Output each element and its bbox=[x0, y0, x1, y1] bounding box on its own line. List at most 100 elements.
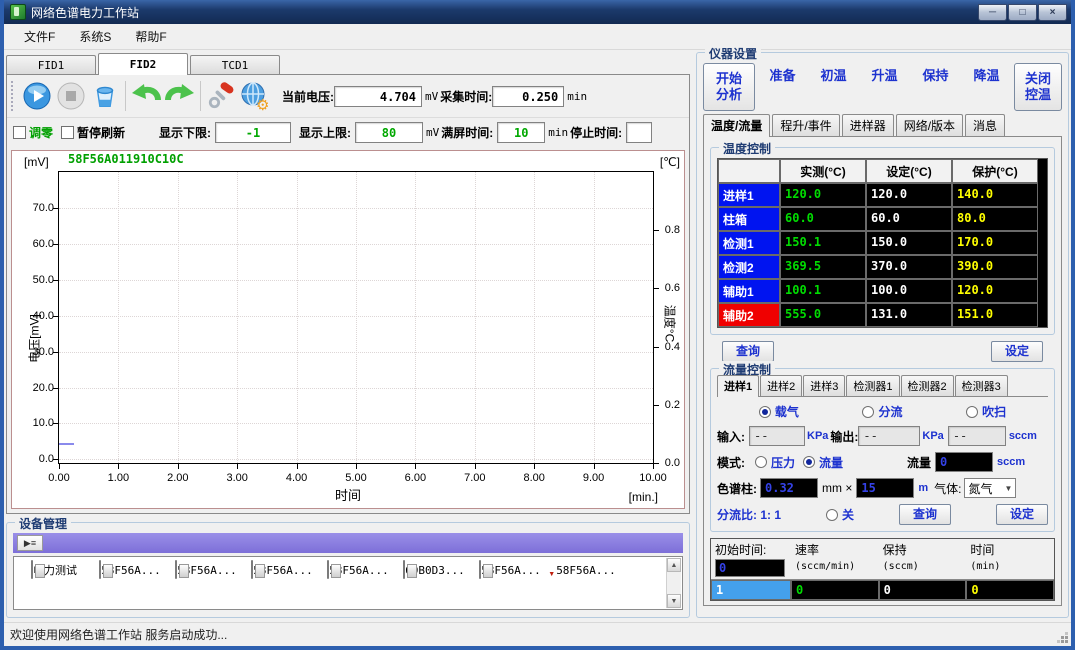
tab-tcd1[interactable]: TCD1 bbox=[190, 55, 280, 74]
column-label: 色谱柱: bbox=[717, 480, 757, 497]
start-acquisition-icon[interactable] bbox=[20, 79, 54, 113]
chart-gridline bbox=[475, 172, 476, 463]
menu-help[interactable]: 帮助F bbox=[125, 25, 176, 48]
fullscreen-time-field[interactable]: 10 bbox=[497, 122, 545, 143]
device-item[interactable]: 58F56A... bbox=[244, 561, 320, 579]
device-item[interactable]: 电力测试 bbox=[16, 561, 92, 579]
chart-plot: 0.001.002.003.004.005.006.007.008.009.00… bbox=[58, 171, 654, 464]
purge-radio[interactable] bbox=[966, 406, 978, 418]
flow-set-button[interactable]: 设定 bbox=[996, 504, 1048, 525]
scroll-down-icon[interactable]: ▼ bbox=[667, 594, 681, 608]
menu-system[interactable]: 系统S bbox=[69, 25, 121, 48]
measured-flow-unit: sccm bbox=[1009, 430, 1037, 442]
x-tick-mark bbox=[594, 464, 595, 469]
device-list-scrollbar[interactable]: ▲ ▼ bbox=[666, 558, 681, 608]
redo-arrow-icon[interactable] bbox=[163, 79, 197, 113]
device-item[interactable]: 58F56A... bbox=[320, 561, 396, 579]
tools-wrench-icon[interactable] bbox=[204, 79, 238, 113]
toolbar-separator bbox=[200, 81, 201, 111]
right-tick-label: 0.6 bbox=[665, 282, 680, 294]
right-axis-unit: [℃] bbox=[660, 155, 680, 169]
start-analysis-button[interactable]: 开始 分析 bbox=[703, 63, 755, 111]
tab-messages[interactable]: 消息 bbox=[965, 114, 1005, 136]
maximize-button[interactable]: □ bbox=[1008, 4, 1037, 21]
mode-label: 模式: bbox=[717, 454, 745, 471]
temp-control-group: 温度控制 实测(°C) 设定(°C) 保护(°C) 进样1 bbox=[710, 147, 1055, 335]
split-radio[interactable] bbox=[862, 406, 874, 418]
flow-tab-inlet1[interactable]: 进样1 bbox=[717, 375, 759, 397]
table-row[interactable]: 柱箱 60.0 60.0 80.0 bbox=[718, 207, 1047, 231]
x-tick-label: 8.00 bbox=[523, 472, 544, 484]
device-item[interactable]: 60B0D3... bbox=[396, 561, 472, 579]
flow-mode-label: 流量 bbox=[819, 454, 843, 471]
flow-setpoint-field[interactable]: 0 bbox=[935, 452, 993, 472]
instrument-icon bbox=[327, 560, 329, 579]
table-row[interactable]: 辅助2 555.0 131.0 151.0 bbox=[718, 303, 1047, 327]
resize-grip[interactable] bbox=[1065, 640, 1068, 643]
flow-tab-detector1[interactable]: 检测器1 bbox=[846, 375, 899, 396]
chart-gridline bbox=[59, 316, 653, 317]
tab-fid1[interactable]: FID1 bbox=[6, 55, 96, 74]
close-temp-control-button[interactable]: 关闭 控温 bbox=[1014, 63, 1062, 111]
hold-temp-label: 保持 bbox=[922, 68, 948, 83]
minimize-button[interactable]: ─ bbox=[978, 4, 1007, 21]
tab-temp-flow[interactable]: 温度/流量 bbox=[703, 114, 770, 137]
chromatogram-chart: [mV] 58F56A011910C10C [℃] 电压[mV] 温度°C 0.… bbox=[11, 150, 685, 509]
x-tick-label: 9.00 bbox=[583, 472, 604, 484]
device-item[interactable]: 58F56A... bbox=[92, 561, 168, 579]
tab-network-version[interactable]: 网络/版本 bbox=[896, 114, 963, 136]
zero-checkbox[interactable] bbox=[13, 126, 26, 139]
split-label: 分流 bbox=[878, 403, 902, 420]
tab-fid2[interactable]: FID2 bbox=[98, 53, 188, 75]
table-row[interactable]: 检测1 150.1 150.0 170.0 bbox=[718, 231, 1047, 255]
menu-bar: 文件F 系统S 帮助F bbox=[4, 24, 1071, 50]
temp-query-button[interactable]: 查询 bbox=[722, 341, 774, 362]
device-manager-group: 设备管理 ▶≡ 电力测试 58F56A... 58F56A... 58F56A.… bbox=[6, 522, 690, 618]
column-diameter-field[interactable]: 0.32 bbox=[760, 478, 818, 498]
clear-bucket-icon[interactable] bbox=[88, 79, 122, 113]
stop-time-field[interactable] bbox=[626, 122, 652, 143]
menu-file[interactable]: 文件F bbox=[14, 25, 65, 48]
chart-gridline bbox=[59, 280, 653, 281]
flow-tab-inlet2[interactable]: 进样2 bbox=[760, 375, 802, 396]
device-item[interactable]: 58F56A... bbox=[472, 561, 548, 579]
chart-gridline bbox=[118, 172, 119, 463]
off-radio[interactable] bbox=[826, 509, 838, 521]
instrument-settings-label: 仪器设置 bbox=[705, 45, 761, 62]
pause-refresh-checkbox[interactable] bbox=[61, 126, 74, 139]
initial-time-field[interactable]: 0 bbox=[715, 559, 785, 577]
lower-limit-field[interactable]: -1 bbox=[215, 122, 291, 143]
flow-query-button[interactable]: 查询 bbox=[899, 504, 951, 525]
device-list-button[interactable]: ▶≡ bbox=[17, 535, 43, 551]
pressure-mode-radio[interactable] bbox=[755, 456, 767, 468]
temp-set-button[interactable]: 设定 bbox=[991, 341, 1043, 362]
ramp-header-row: 初始时间: 0 速率(sccm/min) 保持(sccm) 时间(min) bbox=[711, 539, 1054, 580]
flow-mode-radio[interactable] bbox=[803, 456, 815, 468]
gas-dropdown[interactable]: 氮气 ▼ bbox=[964, 478, 1016, 498]
x-tick-mark bbox=[178, 464, 179, 469]
ramp-data-row[interactable]: 1 0 0 0 bbox=[711, 580, 1054, 600]
scroll-up-icon[interactable]: ▲ bbox=[667, 558, 681, 572]
column-length-field[interactable]: 15 bbox=[856, 478, 914, 498]
flow-tab-inlet3[interactable]: 进样3 bbox=[803, 375, 845, 396]
table-row[interactable]: 检测2 369.5 370.0 390.0 bbox=[718, 255, 1047, 279]
device-item[interactable]: 58F56A... bbox=[548, 561, 624, 579]
x-tick-label: 4.00 bbox=[286, 472, 307, 484]
carrier-gas-radio[interactable] bbox=[759, 406, 771, 418]
chevron-down-icon: ▼ bbox=[1005, 484, 1013, 493]
x-tick-mark bbox=[118, 464, 119, 469]
flow-setpoint-unit: sccm bbox=[997, 456, 1025, 468]
stop-acquisition-icon[interactable] bbox=[54, 79, 88, 113]
tab-program-events[interactable]: 程升/事件 bbox=[772, 114, 839, 136]
network-settings-icon[interactable]: ⚙ bbox=[238, 79, 272, 113]
y-tick-label: 50.0 bbox=[14, 274, 54, 286]
close-button[interactable]: × bbox=[1038, 4, 1067, 21]
tab-injector[interactable]: 进样器 bbox=[842, 114, 894, 136]
flow-tab-detector2[interactable]: 检测器2 bbox=[901, 375, 954, 396]
undo-arrow-icon[interactable] bbox=[129, 79, 163, 113]
table-row[interactable]: 辅助1 100.1 100.0 120.0 bbox=[718, 279, 1047, 303]
upper-limit-field[interactable]: 80 bbox=[355, 122, 423, 143]
device-item[interactable]: 58F56A... bbox=[168, 561, 244, 579]
table-row[interactable]: 进样1 120.0 120.0 140.0 bbox=[718, 183, 1047, 207]
flow-tab-detector3[interactable]: 检测器3 bbox=[955, 375, 1008, 396]
